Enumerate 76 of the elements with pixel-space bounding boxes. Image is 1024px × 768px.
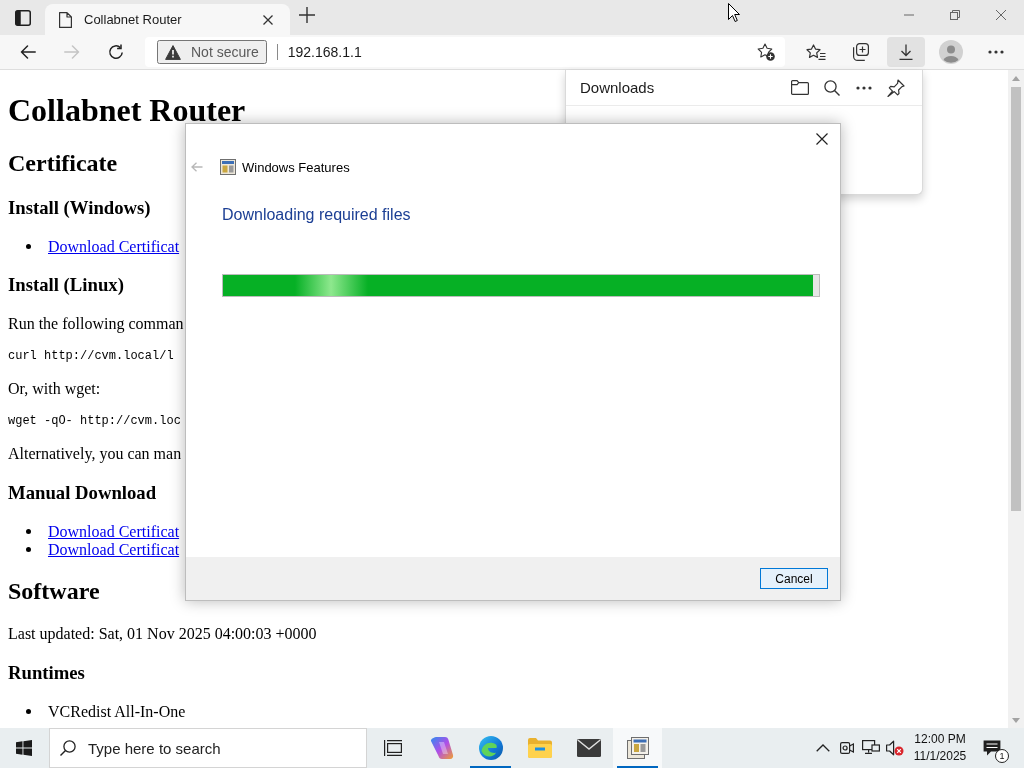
folder-icon: [791, 80, 809, 95]
dialog-title: Windows Features: [242, 159, 350, 175]
clock-date: 11/1/2025: [913, 748, 967, 765]
bullet-icon: [26, 244, 31, 250]
collections-icon: [853, 43, 869, 61]
back-arrow-icon: [20, 45, 36, 59]
more-icon: [856, 85, 872, 90]
plus-icon: [299, 7, 315, 23]
subsection-heading: Install (Linux): [8, 274, 124, 297]
add-favorite-button[interactable]: [755, 41, 777, 63]
tab-actions-icon: [14, 9, 31, 26]
envelope-icon: [576, 739, 601, 757]
restore-icon: [950, 10, 960, 20]
close-icon: [816, 133, 828, 145]
panel-title: Downloads: [580, 79, 656, 96]
back-arrow-icon: [191, 162, 203, 172]
notification-icon: [983, 740, 1001, 756]
search-field[interactable]: Type here to search: [49, 728, 367, 768]
bullet-icon: [26, 547, 31, 552]
code-line: curl http://cvm.local/l: [8, 349, 174, 365]
cancel-button[interactable]: Cancel: [760, 568, 828, 589]
downloads-button[interactable]: [887, 37, 925, 67]
security-button[interactable]: Not secure: [157, 40, 267, 64]
paragraph-text: Last updated: Sat, 01 Nov 2025 04:00:03 +0000: [8, 625, 317, 644]
subsection-heading: Runtimes: [8, 662, 85, 685]
chevron-up-icon: [816, 744, 830, 752]
section-heading: Software: [8, 578, 100, 606]
notification-button[interactable]: 1: [974, 728, 1010, 768]
download-icon: [899, 44, 913, 60]
subsection-heading: Manual Download: [8, 481, 157, 504]
close-icon: [263, 14, 273, 25]
app-window-icon: [220, 159, 236, 175]
clock-time: 12:00 PM: [914, 731, 966, 748]
search-icon: [824, 79, 840, 96]
warning-icon: [165, 44, 181, 60]
scrollbar[interactable]: [1008, 70, 1024, 728]
status-heading: Downloading required files: [222, 206, 411, 224]
star-plus-icon: [757, 43, 775, 61]
paragraph-text: Alternatively, you can man: [8, 445, 182, 464]
browser-tab[interactable]: Collabnet Router: [45, 4, 290, 35]
star-list-icon: [806, 44, 826, 60]
pin-icon: [887, 78, 905, 97]
paragraph-text: Or, with wget:: [8, 380, 101, 399]
list-item-text: VCRedist All-In-One: [48, 702, 186, 721]
folder-icon: [527, 738, 552, 758]
paragraph-text: Run the following comman: [8, 315, 184, 334]
notification-badge: 1: [995, 749, 1009, 763]
camera-device-icon: [840, 740, 854, 756]
code-line: wget -qO- http://cvm.loc: [8, 414, 181, 430]
scrollbar-thumb[interactable]: [1011, 87, 1021, 511]
subsection-heading: Install (Windows): [8, 196, 151, 219]
bullet-icon: [26, 529, 31, 534]
app-window-icon: [626, 737, 649, 759]
task-view-icon: [383, 740, 402, 756]
address-bar[interactable]: Not secure 192.168.1.1: [145, 37, 785, 67]
mouse-pointer-icon: [728, 3, 740, 22]
browser-logo-icon: [478, 736, 503, 760]
close-icon: [996, 10, 1006, 20]
gradient-logo-icon: [429, 736, 454, 760]
network-icon: [862, 740, 880, 756]
url-field[interactable]: 192.168.1.1: [287, 41, 755, 63]
page-icon: [59, 11, 72, 28]
more-icon: [988, 50, 1004, 54]
refresh-icon: [108, 44, 124, 60]
forward-arrow-icon: [64, 45, 80, 59]
page-link[interactable]: Download Certificat: [48, 540, 180, 559]
windows-logo-icon: [16, 740, 32, 756]
section-heading: Certificate: [8, 150, 118, 177]
page-link[interactable]: Download Certificat: [48, 237, 180, 256]
avatar-icon: [939, 40, 963, 64]
bullet-icon: [26, 709, 31, 715]
minimize-icon: [904, 14, 914, 16]
page-link[interactable]: Download Certificat: [48, 522, 180, 541]
search-icon: [60, 740, 76, 756]
page-title: Collabnet Router: [8, 98, 246, 122]
search-input[interactable]: Type here to search: [88, 739, 366, 757]
